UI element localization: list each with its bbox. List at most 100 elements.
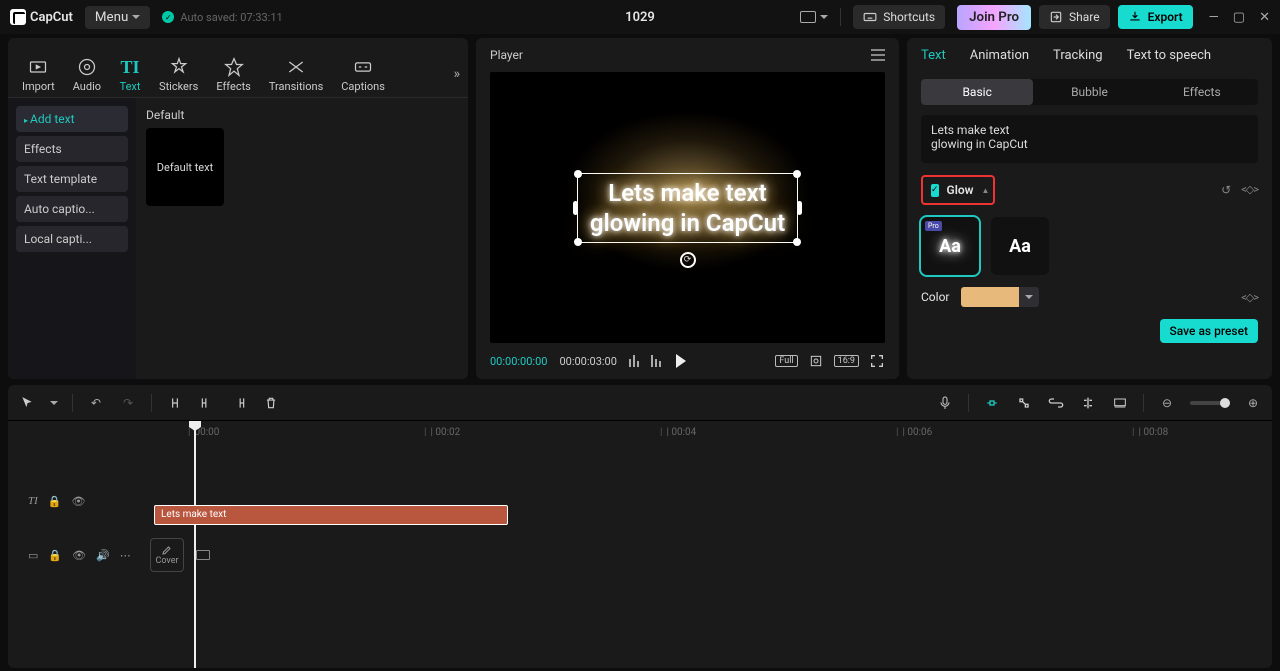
- maximize-button[interactable]: ▢: [1233, 10, 1245, 25]
- autosave-label: Auto saved: 07:33:11: [180, 11, 282, 24]
- tab-animation[interactable]: Animation: [970, 48, 1029, 71]
- player-controls: 00:00:00:00 00:00:03:00 Full 16:9: [476, 343, 899, 379]
- zoom-in-icon[interactable]: ⊕: [1244, 394, 1262, 412]
- magnet-icon[interactable]: [983, 394, 1001, 412]
- sidebar-item-auto-captions[interactable]: Auto captio...: [16, 196, 128, 222]
- sidebar-item-local-captions[interactable]: Local capti...: [16, 226, 128, 252]
- tab-text[interactable]: TI Text: [115, 52, 145, 97]
- captions-icon: [352, 56, 374, 78]
- text-icon: TI: [119, 56, 141, 78]
- pointer-tool[interactable]: [18, 394, 36, 412]
- pro-badge: Pro: [925, 221, 942, 231]
- resize-handle-br[interactable]: [793, 238, 801, 246]
- redo-button[interactable]: ↷: [119, 394, 137, 412]
- share-button[interactable]: Share: [1039, 5, 1110, 29]
- player-canvas[interactable]: Lets make text glowing in CapCut ⟳: [490, 72, 885, 343]
- ratio-169[interactable]: 16:9: [834, 355, 859, 367]
- sidebar-item-add-text[interactable]: Add text: [16, 106, 128, 132]
- aspect-ratio-button[interactable]: [800, 11, 828, 23]
- crop-icon[interactable]: [808, 353, 824, 369]
- glow-preset-pro[interactable]: Pro Aa: [921, 217, 979, 275]
- close-button[interactable]: ✕: [1259, 10, 1270, 25]
- cover-button[interactable]: Cover: [150, 538, 184, 572]
- clip-label: Lets make text: [161, 509, 226, 520]
- audio-icon: [76, 56, 98, 78]
- video-track: ▭ 🔒 👁 🔊 ⋯ Cover: [8, 539, 1272, 571]
- lock-icon[interactable]: 🔒: [48, 549, 62, 562]
- playhead[interactable]: [194, 421, 196, 668]
- link-icon[interactable]: [1047, 394, 1065, 412]
- text-preset-default[interactable]: Default text: [146, 128, 224, 206]
- delete-tool[interactable]: [262, 394, 280, 412]
- align-icon[interactable]: [1079, 394, 1097, 412]
- rotate-handle[interactable]: ⟳: [680, 252, 696, 268]
- film-icon[interactable]: [196, 550, 210, 560]
- subtab-bubble[interactable]: Bubble: [1033, 79, 1145, 105]
- preview-icon[interactable]: [1111, 394, 1129, 412]
- mute-icon[interactable]: 🔊: [96, 549, 110, 562]
- shortcuts-label: Shortcuts: [883, 10, 935, 24]
- cover-label: Cover: [155, 556, 178, 566]
- trim-left-tool[interactable]: [198, 394, 216, 412]
- subtab-effects[interactable]: Effects: [1146, 79, 1258, 105]
- zoom-out-icon[interactable]: ⊖: [1158, 394, 1176, 412]
- tab-captions[interactable]: Captions: [337, 52, 389, 97]
- audio-levels-icon-2[interactable]: [651, 355, 661, 367]
- ratio-full[interactable]: Full: [775, 355, 797, 367]
- tab-audio[interactable]: Audio: [69, 52, 105, 97]
- color-dropdown[interactable]: [1019, 287, 1039, 307]
- resize-handle-bl[interactable]: [574, 238, 582, 246]
- minimize-button[interactable]: —: [1209, 10, 1219, 25]
- tab-transitions[interactable]: Transitions: [265, 52, 327, 97]
- ruler-mark: | 00:08: [1132, 427, 1168, 438]
- lock-icon[interactable]: 🔒: [48, 495, 62, 508]
- undo-button[interactable]: ↶: [87, 394, 105, 412]
- tab-tts[interactable]: Text to speech: [1127, 48, 1211, 71]
- tab-text-inspector[interactable]: Text: [921, 48, 946, 71]
- tool-dropdown[interactable]: [50, 401, 58, 405]
- text-content-input[interactable]: [921, 115, 1258, 163]
- text-clip[interactable]: Lets make text: [154, 505, 508, 525]
- tab-import[interactable]: Import: [18, 52, 59, 97]
- export-button[interactable]: Export: [1118, 5, 1193, 29]
- keyframe-nav-color[interactable]: <◇>: [1241, 291, 1258, 304]
- tab-tracking[interactable]: Tracking: [1053, 48, 1103, 71]
- eye-icon[interactable]: 👁: [72, 549, 86, 562]
- resize-handle-r[interactable]: [797, 201, 802, 215]
- zoom-slider[interactable]: [1190, 401, 1230, 405]
- main-area: Import Audio TI Text Stickers Effects Tr…: [0, 34, 1280, 379]
- trim-right-tool[interactable]: [230, 394, 248, 412]
- keyframe-nav[interactable]: <◇>: [1241, 183, 1258, 197]
- project-name[interactable]: 1029: [625, 10, 655, 25]
- timeline-ruler[interactable]: 00:00 | 00:02 | 00:04 | 00:06 | 00:08: [188, 421, 1272, 445]
- play-button[interactable]: [673, 353, 689, 369]
- join-pro-button[interactable]: Join Pro: [957, 5, 1031, 30]
- fullscreen-icon[interactable]: [869, 353, 885, 369]
- glow-checkbox[interactable]: ✓: [931, 184, 939, 197]
- sidebar-item-effects[interactable]: Effects: [16, 136, 128, 162]
- reset-icon[interactable]: ↺: [1221, 183, 1231, 197]
- tab-effects[interactable]: Effects: [212, 52, 255, 97]
- subtab-basic[interactable]: Basic: [921, 79, 1033, 105]
- tab-label: Transitions: [269, 80, 323, 93]
- shortcuts-button[interactable]: Shortcuts: [853, 5, 945, 29]
- text-selection-box[interactable]: Lets make text glowing in CapCut ⟳: [577, 173, 798, 243]
- more-icon[interactable]: ⋯: [120, 549, 131, 562]
- sidebar-item-text-template[interactable]: Text template: [16, 166, 128, 192]
- color-picker[interactable]: [961, 287, 1039, 307]
- snap-icon[interactable]: [1015, 394, 1033, 412]
- split-tool[interactable]: [166, 394, 184, 412]
- more-tabs-button[interactable]: »: [453, 66, 460, 82]
- resize-handle-l[interactable]: [573, 201, 578, 215]
- glow-preset-2[interactable]: Aa: [991, 217, 1049, 275]
- player-menu-button[interactable]: [871, 49, 885, 61]
- mic-icon[interactable]: [936, 394, 954, 412]
- tab-stickers[interactable]: Stickers: [155, 52, 202, 97]
- audio-levels-icon[interactable]: [629, 355, 639, 367]
- menu-button[interactable]: Menu: [85, 6, 150, 29]
- resize-handle-tl[interactable]: [574, 170, 582, 178]
- glow-toggle-row[interactable]: ✓ Glow ▲: [921, 175, 995, 205]
- resize-handle-tr[interactable]: [793, 170, 801, 178]
- eye-icon[interactable]: 👁: [71, 495, 85, 508]
- save-preset-button[interactable]: Save as preset: [1160, 319, 1258, 343]
